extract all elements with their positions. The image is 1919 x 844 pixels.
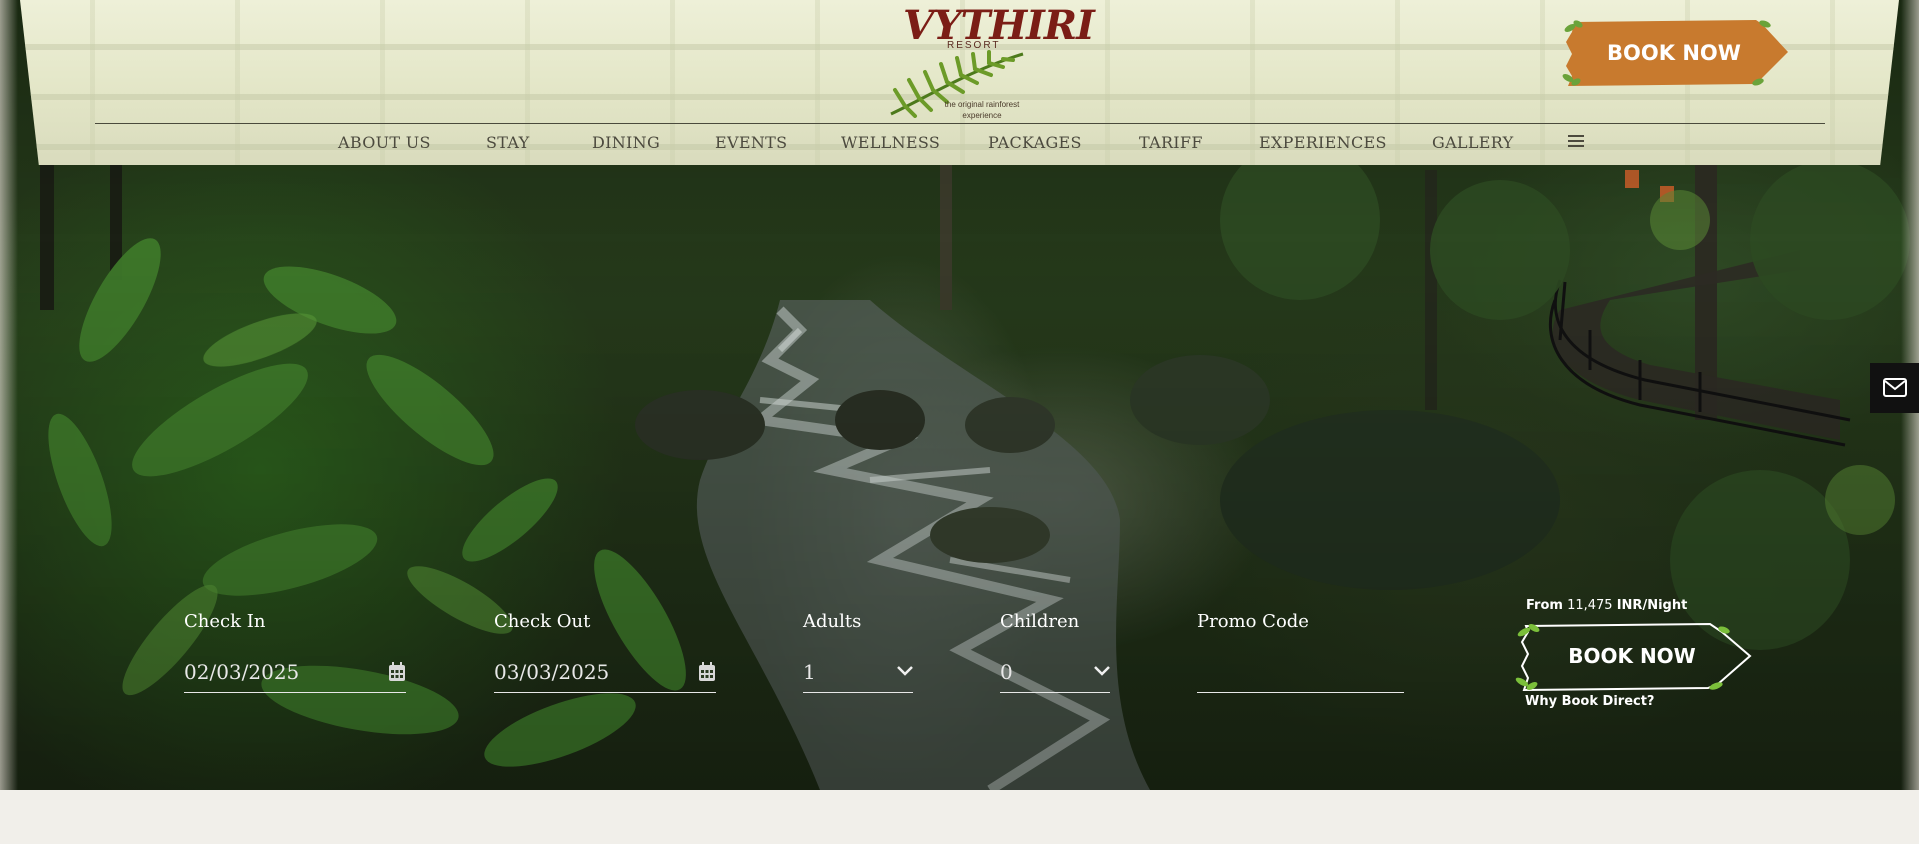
header-divider <box>95 123 1825 124</box>
calendar-icon[interactable] <box>388 662 406 682</box>
check-out-label: Check Out <box>494 611 591 632</box>
nav-item-gallery[interactable]: GALLERY <box>1432 133 1513 152</box>
adults-select[interactable]: 1 <box>803 654 913 693</box>
price-amount: 11,475 <box>1567 598 1613 613</box>
page: VYTHIRI RESORT the original rainforest e… <box>0 0 1919 844</box>
nav-item-stay[interactable]: STAY <box>486 133 529 152</box>
header-book-now-button[interactable]: BOOK NOW <box>1560 18 1800 88</box>
children-select[interactable]: 0 <box>1000 654 1110 693</box>
calendar-icon[interactable] <box>698 662 716 682</box>
price-prefix: From <box>1526 598 1563 613</box>
hamburger-icon[interactable] <box>1568 135 1584 149</box>
adults-label: Adults <box>803 611 862 632</box>
check-out-value: 03/03/2025 <box>494 660 610 684</box>
nav-item-packages[interactable]: PACKAGES <box>988 133 1082 152</box>
price-from-note: From 11,475 INR/Night <box>1526 598 1687 613</box>
check-in-value: 02/03/2025 <box>184 660 300 684</box>
children-label: Children <box>1000 611 1080 632</box>
chevron-down-icon <box>897 666 913 676</box>
header-book-now-label: BOOK NOW <box>1607 41 1741 65</box>
price-suffix: INR/Night <box>1616 598 1688 613</box>
page-bottom-strip <box>0 790 1919 844</box>
nav-item-events[interactable]: EVENTS <box>715 133 787 152</box>
nav-item-tariff[interactable]: TARIFF <box>1139 133 1203 152</box>
nav-item-experiences[interactable]: EXPERIENCES <box>1259 133 1387 152</box>
adults-value: 1 <box>803 660 816 684</box>
promo-code-label: Promo Code <box>1197 611 1309 632</box>
resort-logo[interactable]: VYTHIRI RESORT the original rainforest e… <box>885 2 1095 120</box>
form-book-now-label: BOOK NOW <box>1568 644 1696 668</box>
children-value: 0 <box>1000 660 1013 684</box>
logo-tagline: the original rainforest experience <box>944 100 1020 120</box>
chevron-down-icon <box>1094 666 1110 676</box>
check-in-field[interactable]: 02/03/2025 <box>184 654 406 693</box>
check-in-label: Check In <box>184 611 266 632</box>
why-book-direct-link[interactable]: Why Book Direct? <box>1525 694 1654 709</box>
mail-icon <box>1883 378 1907 397</box>
form-book-now-button[interactable]: BOOK NOW <box>1512 620 1752 692</box>
check-out-field[interactable]: 03/03/2025 <box>494 654 716 693</box>
nav-item-wellness[interactable]: WELLNESS <box>841 133 940 152</box>
nav-item-dining[interactable]: DINING <box>592 133 660 152</box>
nav-item-about-us[interactable]: ABOUT US <box>338 133 431 152</box>
enquiry-mail-tab[interactable] <box>1870 363 1919 413</box>
promo-code-input[interactable] <box>1197 654 1404 693</box>
hero-left-shade <box>0 0 18 790</box>
main-navigation: ABOUT US STAY DINING EVENTS WELLNESS PAC… <box>0 133 1919 157</box>
